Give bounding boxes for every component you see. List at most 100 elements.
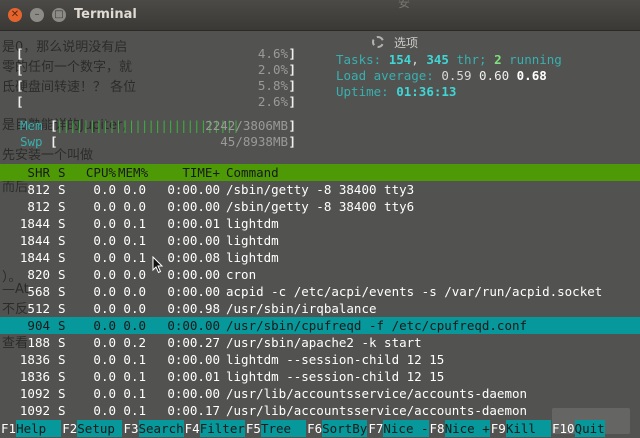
cell-state: S xyxy=(58,403,66,418)
table-header: SHR S CPU% MEM% TIME+ Command xyxy=(0,164,640,181)
cell-cpu: 0.0 xyxy=(93,216,116,231)
cell-time: 0:00.01 xyxy=(167,216,220,231)
fkey-label[interactable]: SortBy xyxy=(322,420,368,437)
cell-cpu: 0.0 xyxy=(93,403,116,418)
cell-cpu: 0.0 xyxy=(93,352,116,367)
fkey-f8[interactable]: F8 xyxy=(429,420,445,437)
maximize-icon: □ xyxy=(54,9,64,20)
fkey-f4[interactable]: F4 xyxy=(184,420,200,437)
column-time[interactable]: TIME+ xyxy=(160,164,220,181)
column-state[interactable]: S xyxy=(58,164,66,181)
fkey-label[interactable]: Nice + xyxy=(444,420,490,437)
column-cpu[interactable]: CPU% xyxy=(74,164,116,181)
cell-cpu: 0.0 xyxy=(93,335,116,350)
cell-mem: 0.1 xyxy=(123,386,146,401)
cell-state: S xyxy=(58,267,66,282)
meter-value: 4.6% xyxy=(257,46,288,61)
cell-mem: 0.1 xyxy=(123,216,146,231)
meter-bracket: ] xyxy=(288,46,296,61)
meter-bracket: [ xyxy=(16,78,24,93)
cell-shr: 1092 xyxy=(19,386,50,401)
process-table: SHR S CPU% MEM% TIME+ Command 812 S 0.0 0.0… xyxy=(0,164,640,419)
fkey-label[interactable]: Help xyxy=(16,420,62,437)
cell-command: lightdm xyxy=(226,216,279,231)
column-command[interactable]: Command xyxy=(226,164,279,181)
table-row[interactable]: 1836 S 0.0 0.1 0:00.00 lightdm --session-chil… xyxy=(0,351,640,368)
meter-row: [2.0%] xyxy=(2,62,296,78)
cell-cpu: 0.0 xyxy=(93,369,116,384)
table-row[interactable]: 812 S 0.0 0.0 0:00.00/sbin/getty -8 38400 tt… xyxy=(0,181,640,198)
fkey-f9[interactable]: F9 xyxy=(490,420,506,437)
table-row[interactable]: 1092 S 0.0 0.1 0:00.00/usr/lib/accountsservi… xyxy=(0,385,640,402)
cell-shr: 812 xyxy=(27,199,50,214)
fkey-f3[interactable]: F3 xyxy=(122,420,138,437)
cell-mem: 0.0 xyxy=(123,182,146,197)
table-row[interactable]: 904 S 0.0 0.0 0:00.00/usr/sbin/cpufreqd -f /… xyxy=(0,317,640,334)
threads-label: thr; xyxy=(456,52,487,67)
cell-mem: 0.1 xyxy=(123,250,146,265)
table-row[interactable]: 1844 S 0.0 0.1 0:00.00 lightdm xyxy=(0,232,640,249)
table-row[interactable]: 1844 S 0.0 0.1 0:00.08 lightdm xyxy=(0,249,640,266)
cell-mem: 0.1 xyxy=(123,403,146,418)
terminal-content[interactable]: 是0，那么说明没有启 零的任何一个数字，就 氐硬盘间转速！？ 各位 是目熟能详的… xyxy=(0,30,640,438)
fkey-f5[interactable]: F5 xyxy=(245,420,261,437)
fkey-label[interactable]: Quit xyxy=(574,420,605,437)
fkey-label[interactable]: Search xyxy=(138,420,184,437)
table-row[interactable]: 512 S 0.0 0.0 0:00.98/usr/sbin/irqbalance xyxy=(0,300,640,317)
cell-state: S xyxy=(58,216,66,231)
maximize-button[interactable]: □ xyxy=(52,8,66,22)
fkey-label[interactable]: Nice - xyxy=(383,420,429,437)
meter-bracket: ] xyxy=(288,78,296,93)
table-row[interactable]: 188 S 0.0 0.2 0:00.27/usr/sbin/apache2 -k st… xyxy=(0,334,640,351)
cell-command: /sbin/getty -8 38400 tty3 xyxy=(226,182,415,197)
column-shr[interactable]: SHR xyxy=(0,164,50,181)
table-row[interactable]: 820 S 0.0 0.0 0:00.00 cron xyxy=(0,266,640,283)
tasks-count: 154 xyxy=(388,52,412,67)
cell-state: S xyxy=(58,199,66,214)
fkey-label[interactable]: Kill xyxy=(505,420,551,437)
table-row[interactable]: 812 S 0.0 0.0 0:00.00/sbin/getty -8 38400 tt… xyxy=(0,198,640,215)
running-label: running xyxy=(509,52,562,67)
minimize-button[interactable]: – xyxy=(30,8,44,22)
load-15min: 0.68 xyxy=(516,68,547,83)
table-row[interactable]: 1836 S 0.0 0.1 0:00.01 lightdm --session-chil… xyxy=(0,368,640,385)
cell-command: /usr/sbin/apache2 -k start xyxy=(226,335,422,350)
fkey-f7[interactable]: F7 xyxy=(367,420,383,437)
tasks-line: Tasks: 154, 345 thr; 2 running xyxy=(336,52,562,67)
ghost-title: 安 xyxy=(398,0,411,10)
fkey-label[interactable]: Tree xyxy=(260,420,307,437)
cell-cpu: 0.0 xyxy=(93,301,116,316)
meter-label: Mem xyxy=(20,118,43,133)
column-mem[interactable]: MEM% xyxy=(118,164,148,181)
close-button[interactable]: ✕ xyxy=(8,8,22,22)
cell-command: /sbin/getty -8 38400 tty6 xyxy=(226,199,415,214)
fkey-label[interactable]: Filter xyxy=(199,420,245,437)
fkey-label[interactable]: Setup xyxy=(77,420,123,437)
minimize-icon: – xyxy=(34,9,40,20)
cell-time: 0:00.08 xyxy=(167,250,220,265)
cell-time: 0:00.00 xyxy=(167,182,220,197)
table-row[interactable]: 568 S 0.0 0.0 0:00.00 acpid -c /etc/acpi/even… xyxy=(0,283,640,300)
fkey-f2[interactable]: F2 xyxy=(61,420,77,437)
meter-row: [2.6%] xyxy=(2,94,296,110)
cell-time: 0:00.00 xyxy=(167,267,220,282)
cell-command: lightdm xyxy=(226,250,279,265)
uptime-label: Uptime: xyxy=(336,84,389,99)
table-row[interactable]: 1092 S 0.0 0.1 0:00.17/usr/lib/accountsservi… xyxy=(0,402,640,419)
cell-command: lightdm --session-child 12 15 xyxy=(226,369,445,384)
cell-shr: 812 xyxy=(27,182,50,197)
table-row[interactable]: 1844 S 0.0 0.1 0:00.01 lightdm xyxy=(0,215,640,232)
cell-shr: 1844 xyxy=(19,233,50,248)
meter-bracket: ] xyxy=(288,134,296,149)
meter-row: Swp [45/8938MB] xyxy=(2,134,296,150)
fkey-f10[interactable]: F10 xyxy=(551,420,575,437)
fkey-f1[interactable]: F1 xyxy=(0,420,16,437)
cell-mem: 0.1 xyxy=(123,233,146,248)
load-5min: 0.60 xyxy=(479,68,510,83)
load-1min: 0.59 xyxy=(441,68,472,83)
cell-state: S xyxy=(58,233,66,248)
cell-time: 0:00.00 xyxy=(167,386,220,401)
fkey-f6[interactable]: F6 xyxy=(306,420,322,437)
cell-state: S xyxy=(58,386,66,401)
meter-bracket: [ xyxy=(16,62,24,77)
